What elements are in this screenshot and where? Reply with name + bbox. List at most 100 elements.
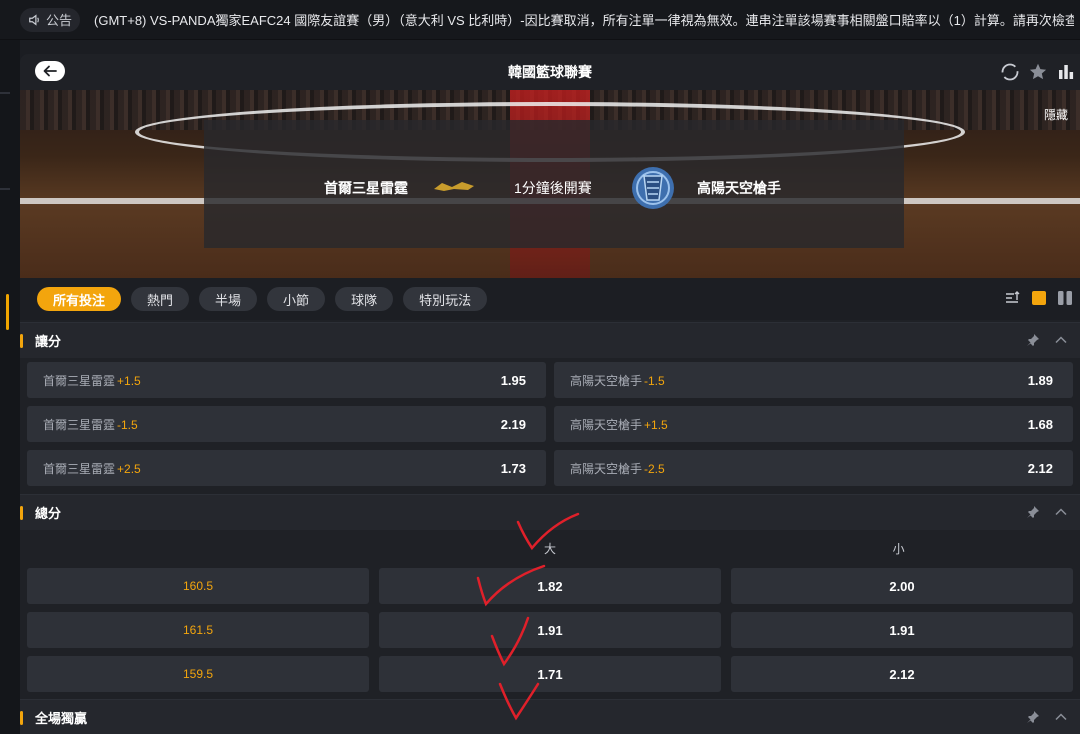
rail-divider bbox=[0, 92, 10, 94]
under-column-header: 小 bbox=[892, 542, 905, 556]
over-column-header: 大 bbox=[544, 542, 557, 556]
odds-label: 高陽天空槍手 +1.5 bbox=[570, 416, 668, 433]
bar-chart-icon[interactable] bbox=[1056, 62, 1076, 82]
odds-button[interactable]: 首爾三星雷霆 +1.5 1.95 bbox=[27, 362, 546, 398]
odds-price: 2.19 bbox=[500, 416, 526, 432]
handicap-line: -2.5 bbox=[644, 461, 665, 476]
double-column-icon[interactable] bbox=[1058, 291, 1072, 305]
pin-icon[interactable] bbox=[1026, 333, 1040, 347]
odds-button[interactable]: 高陽天空槍手 -1.5 1.89 bbox=[554, 362, 1073, 398]
single-column-icon[interactable] bbox=[1032, 291, 1046, 305]
odds-label: 首爾三星雷霆 +1.5 bbox=[43, 372, 141, 389]
handicap-row: 首爾三星雷霆 -1.5 2.19 高陽天空槍手 +1.5 1.68 bbox=[20, 406, 1080, 442]
under-odds-button[interactable]: 2.00 bbox=[731, 568, 1073, 604]
team-name: 首爾三星雷霆 bbox=[43, 373, 116, 388]
team-name: 高陽天空槍手 bbox=[570, 417, 643, 432]
totals-title: 總分 bbox=[35, 506, 62, 521]
under-odds-button[interactable]: 2.12 bbox=[731, 656, 1073, 692]
filter-team[interactable]: 球隊 bbox=[335, 287, 394, 311]
filter-all-bets[interactable]: 所有投注 bbox=[37, 287, 122, 311]
chevron-up-icon[interactable] bbox=[1054, 333, 1068, 347]
odds-price: 1.95 bbox=[500, 372, 526, 388]
odds-label: 首爾三星雷霆 -1.5 bbox=[43, 416, 138, 433]
pin-icon[interactable] bbox=[1026, 710, 1040, 724]
odds-label: 高陽天空槍手 -2.5 bbox=[570, 460, 665, 477]
handicap-row: 首爾三星雷霆 +1.5 1.95 高陽天空槍手 -1.5 1.89 bbox=[20, 362, 1080, 398]
odds-button[interactable]: 首爾三星雷霆 +2.5 1.73 bbox=[27, 450, 546, 486]
away-team-name: 高陽天空槍手 bbox=[697, 180, 781, 196]
announcement-label[interactable]: 公告 bbox=[20, 7, 81, 32]
line-column-header bbox=[27, 530, 376, 568]
pin-icon[interactable] bbox=[1026, 505, 1040, 519]
rail-divider bbox=[0, 188, 10, 190]
total-line: 160.5 bbox=[27, 568, 369, 604]
over-odds-button[interactable]: 1.71 bbox=[379, 656, 721, 692]
team-name: 高陽天空槍手 bbox=[570, 461, 643, 476]
odds-price: 1.68 bbox=[1027, 416, 1053, 432]
match-header: 韓國籃球聯賽 bbox=[20, 54, 1080, 90]
match-banner: 隱藏 首爾三星雷霆 1分鐘後開賽 高陽天空槍手 bbox=[20, 90, 1080, 278]
odds-price: 1.73 bbox=[500, 460, 526, 476]
filter-popular[interactable]: 熱門 bbox=[131, 287, 190, 311]
match-status: 1分鐘後開賽 bbox=[514, 180, 592, 196]
totals-header[interactable]: 總分 bbox=[20, 494, 1080, 530]
league-title: 韓國籃球聯賽 bbox=[508, 64, 592, 80]
handicap-line: +1.5 bbox=[644, 417, 668, 432]
handicap-line: -1.5 bbox=[117, 417, 138, 432]
sort-icon[interactable] bbox=[1004, 290, 1020, 306]
hide-banner-button[interactable]: 隱藏 bbox=[1044, 106, 1068, 123]
handicap-title: 讓分 bbox=[35, 334, 62, 349]
announcement-text: (GMT+8) VS-PANDA獨家EAFC24 國際友誼賽（男）（意大利 VS… bbox=[94, 13, 1075, 28]
odds-button[interactable]: 首爾三星雷霆 -1.5 2.19 bbox=[27, 406, 546, 442]
handicap-section: 讓分 首爾三星雷霆 +1.5 1.95 高陽天空槍手 -1.5 1.89 首爾三星雷… bbox=[20, 322, 1080, 486]
chevron-up-icon[interactable] bbox=[1054, 710, 1068, 724]
refresh-icon[interactable] bbox=[1000, 62, 1020, 82]
team-name: 首爾三星雷霆 bbox=[43, 417, 116, 432]
handicap-header[interactable]: 讓分 bbox=[20, 322, 1080, 358]
filter-quarter[interactable]: 小節 bbox=[267, 287, 326, 311]
over-odds-button[interactable]: 1.82 bbox=[379, 568, 721, 604]
filter-specials[interactable]: 特別玩法 bbox=[403, 287, 488, 311]
odds-price: 2.12 bbox=[1027, 460, 1053, 476]
moneyline-header[interactable]: 全場獨贏 bbox=[20, 699, 1080, 734]
layout-tools bbox=[1004, 290, 1072, 306]
back-button[interactable] bbox=[35, 61, 65, 81]
odds-label: 首爾三星雷霆 +2.5 bbox=[43, 460, 141, 477]
speaker-icon bbox=[29, 13, 39, 26]
odds-button[interactable]: 高陽天空槍手 +1.5 1.68 bbox=[554, 406, 1073, 442]
scoreboard: 首爾三星雷霆 1分鐘後開賽 高陽天空槍手 bbox=[204, 120, 904, 248]
handicap-line: +1.5 bbox=[117, 373, 141, 388]
team-name: 高陽天空槍手 bbox=[570, 373, 643, 388]
away-team-logo-icon bbox=[632, 167, 674, 209]
section-accent bbox=[20, 506, 23, 520]
announcement-label-text: 公告 bbox=[46, 13, 73, 28]
totals-row: 160.5 1.82 2.00 bbox=[20, 568, 1080, 604]
rail-active-indicator bbox=[6, 294, 9, 330]
home-team-name: 首爾三星雷霆 bbox=[324, 180, 408, 196]
filter-chips: 所有投注 熱門 半場 小節 球隊 特別玩法 bbox=[37, 287, 497, 311]
odds-label: 高陽天空槍手 -1.5 bbox=[570, 372, 665, 389]
market-filter-bar: 所有投注 熱門 半場 小節 球隊 特別玩法 bbox=[20, 278, 1080, 320]
odds-price: 1.89 bbox=[1027, 372, 1053, 388]
handicap-row: 首爾三星雷霆 +2.5 1.73 高陽天空槍手 -2.5 2.12 bbox=[20, 450, 1080, 486]
section-accent bbox=[20, 711, 23, 725]
over-odds-button[interactable]: 1.91 bbox=[379, 612, 721, 648]
header-tools bbox=[1000, 62, 1076, 82]
totals-column-headers: 大 小 bbox=[20, 530, 1080, 568]
total-line: 159.5 bbox=[27, 656, 369, 692]
chevron-up-icon[interactable] bbox=[1054, 505, 1068, 519]
team-name: 首爾三星雷霆 bbox=[43, 461, 116, 476]
arrow-left-icon bbox=[43, 65, 57, 77]
home-team-logo-icon bbox=[434, 182, 474, 191]
moneyline-section: 全場獨贏 bbox=[20, 699, 1080, 734]
left-rail bbox=[0, 40, 20, 734]
handicap-line: -1.5 bbox=[644, 373, 665, 388]
star-icon[interactable] bbox=[1028, 62, 1048, 82]
odds-button[interactable]: 高陽天空槍手 -2.5 2.12 bbox=[554, 450, 1073, 486]
totals-section: 總分 大 小 160.5 1.82 2.00 161.5 1.91 1.91 1… bbox=[20, 494, 1080, 700]
total-line: 161.5 bbox=[27, 612, 369, 648]
totals-row: 159.5 1.71 2.12 bbox=[20, 656, 1080, 692]
section-accent bbox=[20, 334, 23, 348]
under-odds-button[interactable]: 1.91 bbox=[731, 612, 1073, 648]
filter-half[interactable]: 半場 bbox=[199, 287, 258, 311]
